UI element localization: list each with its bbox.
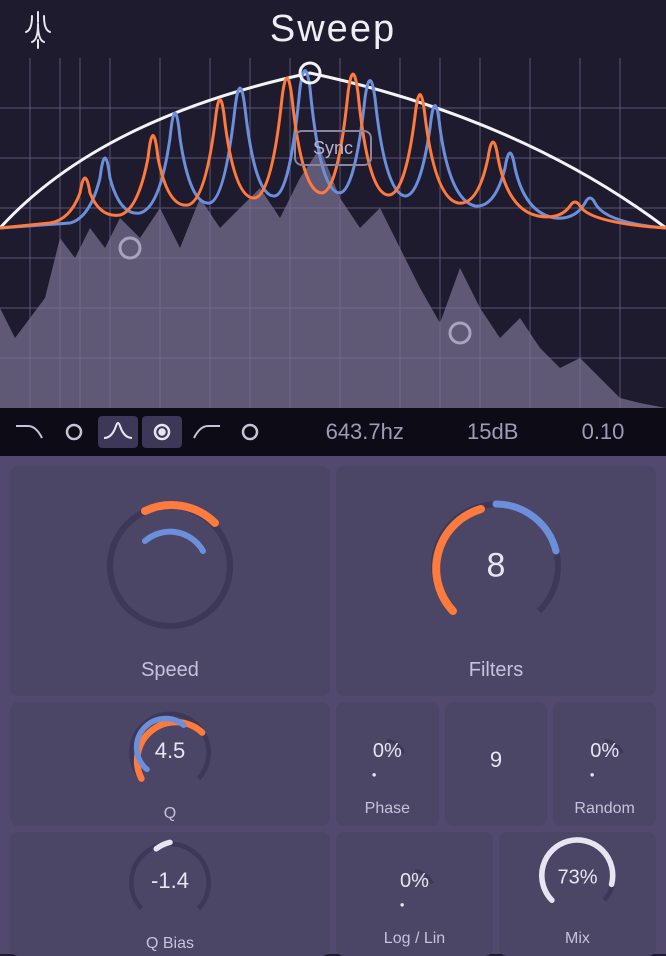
filter-type-lowpass-circle[interactable]: [54, 416, 94, 448]
phase-label: Phase: [365, 800, 410, 818]
header: Sweep: [0, 0, 666, 58]
knob-panel: Sync Speed 8 Filters: [0, 456, 666, 954]
phase-value: 0%: [373, 740, 402, 763]
spectrum-graph[interactable]: [0, 58, 666, 408]
mix-label: Mix: [565, 930, 590, 948]
loglin-knob-cell: 0% Log / Lin: [336, 832, 493, 956]
speed-knob-cell: Speed: [10, 466, 330, 696]
filters-knob-cell: 8 Filters: [336, 466, 656, 696]
filters-label: Filters: [469, 659, 523, 682]
filters-value: 8: [487, 546, 506, 585]
qbias-label: Q Bias: [146, 935, 194, 953]
readout-freq[interactable]: 643.7hz: [326, 419, 404, 445]
random-value: 0%: [590, 740, 619, 763]
readout-q[interactable]: 0.10: [582, 419, 625, 445]
mix-value: 73%: [557, 866, 597, 889]
random-knob-cell: 0% Random: [553, 702, 656, 826]
speed-label: Speed: [141, 659, 199, 682]
mix-knob-cell: 73% Mix: [499, 832, 656, 956]
brand-logo-icon: [20, 10, 56, 55]
q-knob-cell: 4.5 Q: [10, 702, 330, 826]
spectrum-fill: [0, 148, 666, 408]
loglin-label: Log / Lin: [384, 930, 445, 948]
sync-button[interactable]: Sync: [294, 130, 372, 166]
qbias-value: -1.4: [151, 868, 189, 894]
filter-type-bar: 643.7hz 15dB 0.10: [0, 408, 666, 456]
qbias-knob-cell: -1.4 Q Bias: [10, 832, 330, 956]
filter-readout: 643.7hz 15dB 0.10: [274, 419, 656, 445]
phase-knob-cell: 0% Phase: [336, 702, 439, 826]
center-value-cell[interactable]: 9: [445, 702, 548, 826]
filter-type-peak[interactable]: [98, 416, 138, 448]
speed-knob[interactable]: [85, 481, 255, 651]
readout-gain[interactable]: 15dB: [467, 419, 518, 445]
filter-type-lowpass[interactable]: [10, 416, 50, 448]
q-value: 4.5: [155, 738, 186, 764]
q-label: Q: [164, 805, 176, 823]
filter-type-highpass-circle[interactable]: [230, 416, 270, 448]
center-value: 9: [490, 747, 502, 773]
filter-type-highpass[interactable]: [186, 416, 226, 448]
random-label: Random: [574, 800, 634, 818]
plugin-title: Sweep: [0, 8, 666, 51]
loglin-value: 0%: [400, 870, 429, 893]
filter-type-peak-circle[interactable]: [142, 416, 182, 448]
